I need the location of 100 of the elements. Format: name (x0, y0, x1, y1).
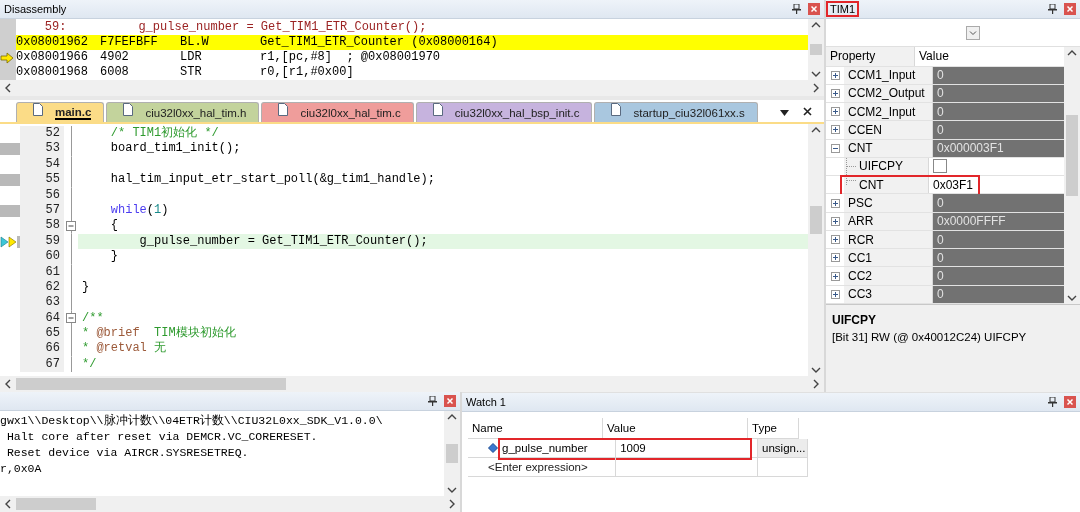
scroll-down-icon[interactable] (811, 366, 821, 374)
collapse-icon[interactable] (66, 221, 76, 232)
code-line: * @retval 无 (82, 341, 167, 356)
property-value: 0 (933, 121, 1064, 139)
property-value[interactable]: 0x03F1 (933, 177, 974, 192)
operands: r1,[pc,#8] ; @0x08001970 (260, 50, 441, 65)
code-line: { (109, 218, 118, 233)
mnemonic: STR (180, 65, 203, 80)
scroll-down-icon[interactable] (447, 486, 457, 494)
property-name: PSC (844, 194, 933, 212)
file-tab[interactable]: startup_ciu32l061xx.s (594, 102, 758, 122)
expand-icon[interactable] (830, 198, 840, 208)
variable-type: unsign... (758, 439, 808, 458)
line-number: 55 (20, 172, 64, 188)
scroll-down-icon[interactable] (1067, 294, 1077, 302)
document-icon (33, 103, 43, 116)
opcode: F7FEFBFF (100, 35, 159, 50)
property-name: UIFCPY (858, 159, 903, 174)
horizontal-scrollbar[interactable] (0, 80, 824, 96)
vertical-scrollbar[interactable] (808, 19, 824, 80)
scroll-thumb[interactable] (810, 206, 822, 234)
file-tab[interactable]: ciu32l0xx_hal_tim.c (261, 102, 414, 122)
expand-icon[interactable] (830, 289, 840, 299)
scroll-left-icon[interactable] (4, 379, 12, 389)
variable-icon (488, 443, 498, 453)
line-number: 58 (20, 218, 64, 234)
line-number: 63 (20, 295, 64, 311)
expand-icon[interactable] (830, 70, 840, 80)
code-line: g_pulse_number = Get_TIM1_ETR_Counter(); (138, 233, 428, 248)
scroll-up-icon[interactable] (811, 126, 821, 134)
tab-list-icon[interactable] (780, 110, 789, 116)
collapse-icon[interactable] (830, 143, 840, 153)
output-line: r,0x0A (0, 461, 43, 477)
expand-icon[interactable] (830, 107, 840, 117)
property-value: 0 (933, 249, 1064, 267)
output-line: gwx1\\Desktop\\脉冲计数\\04ETR计数\\CIU32L0xx_SDK_V1.0.0\ (0, 413, 384, 429)
expand-icon[interactable] (830, 253, 840, 263)
scroll-right-icon[interactable] (448, 499, 456, 509)
empty-cell (758, 458, 808, 477)
pin-icon[interactable] (428, 396, 437, 406)
scroll-thumb[interactable] (446, 444, 458, 463)
scroll-down-icon[interactable] (811, 70, 821, 78)
horizontal-scrollbar[interactable] (0, 496, 460, 512)
pin-icon[interactable] (1048, 4, 1057, 14)
expand-icon[interactable] (830, 235, 840, 245)
variable-name: g_pulse_number (502, 442, 588, 454)
code-line: /* TIM1初始化 */ (109, 126, 219, 140)
pin-icon[interactable] (1048, 397, 1057, 407)
code-line: * @brief TIM模块初始化 (82, 326, 236, 341)
line-number: 60 (20, 249, 64, 265)
address: 0x08001968 (16, 65, 89, 80)
operands: r0,[r1,#0x00] (260, 65, 354, 80)
file-tab[interactable]: main.c (16, 102, 105, 122)
expand-icon[interactable] (830, 125, 840, 135)
scroll-thumb[interactable] (16, 498, 96, 510)
property-name: CCM2_Input (844, 103, 933, 121)
panel-title: Disassembly (3, 3, 68, 15)
scroll-left-icon[interactable] (4, 499, 12, 509)
description-title: UIFCPY (832, 313, 877, 327)
scroll-up-icon[interactable] (1067, 49, 1077, 57)
scroll-thumb[interactable] (16, 378, 286, 390)
file-tab[interactable]: ciu32l0xx_hal_tim.h (106, 102, 260, 122)
pin-icon[interactable] (792, 4, 801, 14)
code-line: } (82, 279, 90, 294)
scroll-thumb[interactable] (1066, 114, 1078, 197)
horizontal-scrollbar[interactable] (0, 376, 824, 392)
code-line: board_tim1_init(); (109, 141, 241, 156)
checkbox[interactable] (933, 159, 947, 174)
expression-field[interactable]: <Enter expression> (488, 461, 588, 473)
close-icon[interactable] (803, 107, 812, 116)
expand-icon[interactable] (830, 271, 840, 281)
column-header: Property (826, 47, 915, 66)
opcode: 6008 (100, 65, 130, 80)
code-line: /** (82, 310, 104, 325)
document-icon (432, 103, 443, 116)
line-number: 65 (20, 326, 64, 342)
scroll-up-icon[interactable] (811, 21, 821, 29)
property-name: CC1 (844, 249, 933, 267)
scroll-left-icon[interactable] (4, 83, 12, 93)
opcode: 4902 (100, 50, 130, 65)
scroll-right-icon[interactable] (812, 83, 820, 93)
mnemonic: LDR (180, 50, 203, 65)
output-line: Halt core after reset via DEMCR.VC_CORERESET. (5, 429, 319, 445)
line-number: 66 (20, 341, 64, 357)
expand-icon[interactable] (830, 216, 840, 226)
expand-icon[interactable] (830, 88, 840, 98)
scroll-right-icon[interactable] (812, 379, 820, 389)
property-value: 0 (933, 267, 1064, 285)
collapse-icon[interactable] (66, 313, 76, 324)
address: 0x08001966 (16, 50, 89, 65)
panel-title: TIM1 (828, 3, 858, 15)
scroll-up-icon[interactable] (447, 413, 457, 421)
property-value: 0 (933, 103, 1064, 121)
file-tab[interactable]: ciu32l0xx_hal_bsp_init.c (415, 102, 593, 122)
vertical-scrollbar[interactable] (444, 411, 460, 496)
source-line: 59: g_pulse_number = Get_TIM1_ETR_Counter(); (43, 20, 428, 35)
code-line: hal_tim_input_etr_start_poll(&g_tim1_handle); (109, 172, 435, 187)
scroll-thumb[interactable] (810, 43, 822, 56)
vertical-scrollbar[interactable] (1064, 47, 1080, 304)
vertical-scrollbar[interactable] (808, 124, 824, 376)
